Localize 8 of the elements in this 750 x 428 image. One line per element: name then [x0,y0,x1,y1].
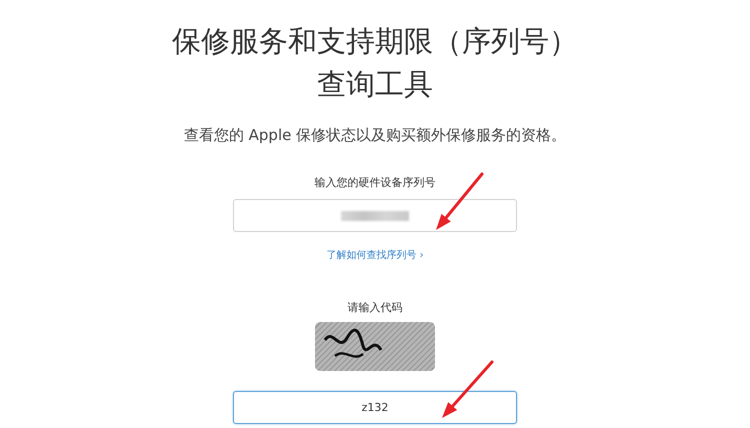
serial-input-field[interactable] [233,199,517,232]
page-title: 保修服务和支持期限（序列号） [172,23,578,60]
field-label: 输入您的硬件设备序列号 [314,175,436,190]
captcha-input-field[interactable]: z132 [233,391,517,424]
field-label: 请输入代码 [348,300,402,315]
help-link[interactable]: 了解如何查找序列号 › [326,248,424,262]
page-title: 查询工具 [317,66,433,103]
subtitle: 查看您的 Apple 保修状态以及购买额外保修服务的资格。 [184,126,566,145]
